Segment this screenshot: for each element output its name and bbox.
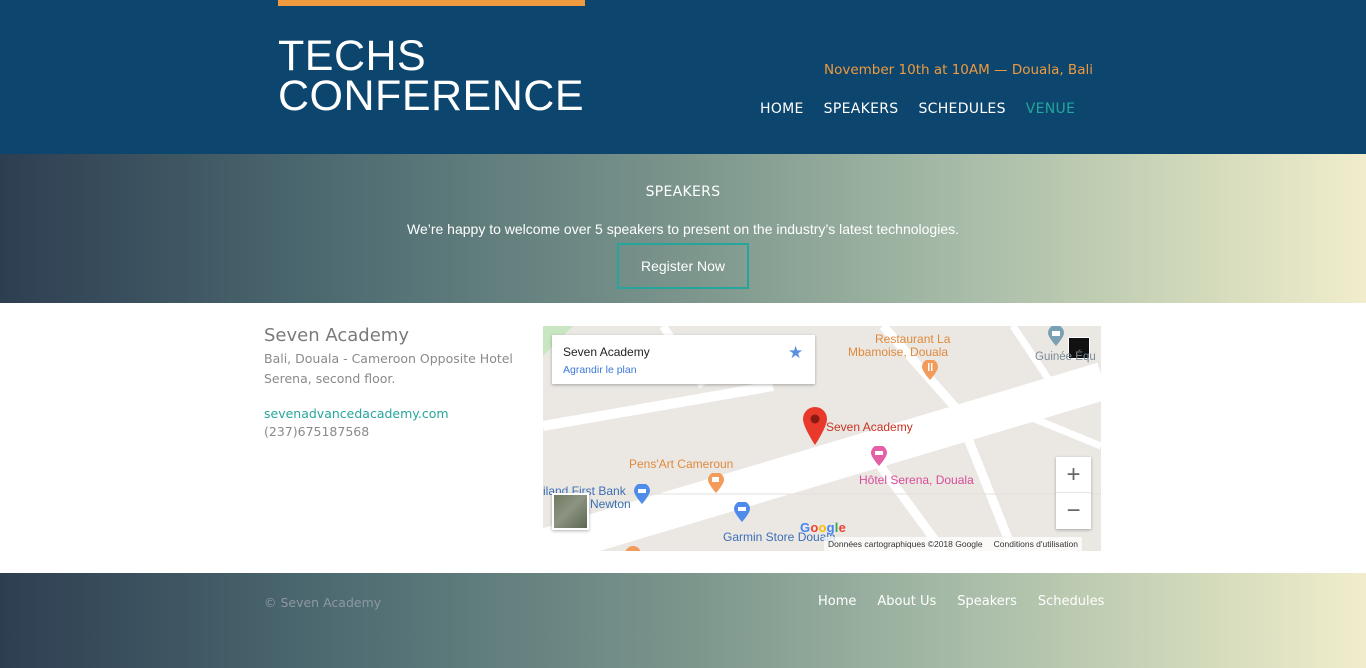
banner-lead-text: We’re happy to welcome over 5 speakers t… [406,221,959,237]
nav-home[interactable]: HOME [760,101,804,117]
footer-nav: Home About Us Speakers Schedules [818,594,1125,609]
location-marker-icon[interactable] [803,407,827,445]
restaurant-pin-icon[interactable] [922,360,938,380]
footer-link-schedules[interactable]: Schedules [1038,594,1105,609]
event-date-location: November 10th at 10AM — Douala, Bali [824,62,1093,78]
museum-pin-icon[interactable] [1048,326,1064,346]
map-zoom-controls: + − [1056,457,1091,529]
footer-link-about[interactable]: About Us [877,594,936,609]
nav-speakers[interactable]: SPEAKERS [824,101,899,117]
site-logo[interactable]: TECHS CONFERENCE [278,32,585,120]
map-marker-label: Seven Academy [826,420,913,434]
logo-line-2: CONFERENCE [278,72,585,120]
banner-heading: SPEAKERS [645,184,721,200]
main-nav: HOME SPEAKERS SCHEDULES VENUE [760,101,1095,117]
hotel-pin-icon[interactable] [871,446,887,466]
venue-info: Seven Academy Bali, Douala - Cameroon Op… [264,325,524,439]
venue-website-link[interactable]: sevenadvancedacademy.com [264,406,524,421]
site-footer: © Seven Academy Home About Us Speakers S… [0,573,1366,668]
map-info-card: Seven Academy Agrandir le plan ★ [552,335,815,384]
map-data-credit: Données cartographiques ©2018 Google [828,539,983,549]
venue-phone: (237)675187568 [264,424,370,439]
poi-restaurant-line1: Restaurant La [875,332,951,346]
zoom-out-button[interactable]: − [1056,493,1091,529]
venue-name: Seven Academy [264,325,409,346]
nav-schedules[interactable]: SCHEDULES [918,101,1005,117]
google-logo: Google [800,520,847,535]
register-now-button[interactable]: Register Now [617,243,749,289]
logo-line-1: TECHS [278,32,427,80]
venue-address: Bali, Douala - Cameroon Opposite Hotel S… [264,351,513,386]
enlarge-map-link[interactable]: Agrandir le plan [563,364,637,376]
poi-hotel: Hôtel Serena, Douala [859,473,974,487]
header-accent-bar [278,0,585,6]
zoom-in-button[interactable]: + [1056,457,1091,493]
venue-map[interactable]: Seven Academy Agrandir le plan ★ Restaur… [543,326,1101,551]
map-attribution: Données cartographiques ©2018 Google Con… [824,537,1082,551]
poi-bank-line2: Newton [590,497,631,511]
map-card-title: Seven Academy [563,345,650,359]
nav-venue[interactable]: VENUE [1026,101,1076,117]
poi-pensart: Pens'Art Cameroun [629,457,734,471]
site-header: TECHS CONFERENCE November 10th at 10AM —… [0,0,1366,154]
store-pin-icon[interactable] [734,502,750,522]
cafe-pin-icon[interactable] [708,473,724,493]
satellite-toggle[interactable] [552,493,589,530]
footer-copyright: © Seven Academy [264,595,382,610]
speakers-banner: SPEAKERS We’re happy to welcome over 5 s… [0,154,1366,303]
footer-link-speakers[interactable]: Speakers [957,594,1017,609]
terms-of-use-link[interactable]: Conditions d'utilisation [994,539,1078,549]
footer-link-home[interactable]: Home [818,594,856,609]
bank-pin-icon[interactable] [634,484,650,504]
save-star-icon[interactable]: ★ [788,343,803,363]
poi-guinee: Guinée Équ [1035,351,1096,363]
poi-restaurant-line2: Mbamoise, Douala [848,345,949,359]
